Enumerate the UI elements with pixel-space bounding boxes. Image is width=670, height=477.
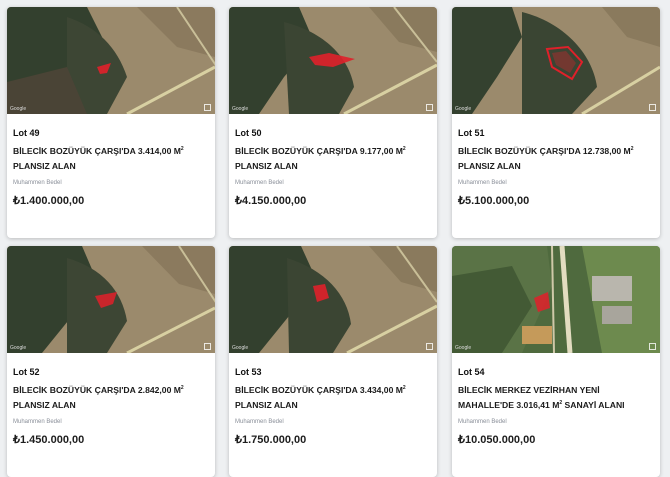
lot-title[interactable]: BİLECİK BOZÜYÜK ÇARŞI'DA 3.434,00 M2 PLA…: [235, 383, 431, 413]
map-watermark: Google: [10, 106, 27, 112]
lot-title[interactable]: BİLECİK BOZÜYÜK ÇARŞI'DA 3.414,00 M2 PLA…: [13, 144, 209, 174]
lot-number: Lot 50: [235, 128, 262, 138]
map-watermark: Google: [232, 106, 249, 112]
expand-icon[interactable]: [426, 104, 433, 111]
map-watermark: Google: [455, 345, 472, 351]
lot-title[interactable]: BİLECİK BOZÜYÜK ÇARŞI'DA 12.738,00 M2 PL…: [458, 144, 654, 174]
satellite-map-image[interactable]: Google: [229, 246, 437, 353]
satellite-map-image[interactable]: Google: [452, 246, 660, 353]
price-label: Muhammen Bedel: [235, 180, 284, 186]
expand-icon[interactable]: [649, 104, 656, 111]
price-value: ₺4.150.000,00: [235, 195, 307, 207]
expand-icon[interactable]: [204, 343, 211, 350]
lot-card[interactable]: Google Lot 54 BİLECİK MERKEZ VEZİRHAN YE…: [452, 246, 660, 477]
lot-number: Lot 51: [458, 128, 485, 138]
price-value: ₺5.100.000,00: [458, 195, 530, 207]
price-label: Muhammen Bedel: [13, 180, 62, 186]
map-watermark: Google: [10, 345, 27, 351]
price-label: Muhammen Bedel: [235, 419, 284, 425]
lot-title[interactable]: BİLECİK BOZÜYÜK ÇARŞI'DA 9.177,00 M2 PLA…: [235, 144, 431, 174]
satellite-map-image[interactable]: Google: [452, 7, 660, 114]
price-label: Muhammen Bedel: [13, 419, 62, 425]
lot-number: Lot 49: [13, 128, 40, 138]
price-value: ₺1.750.000,00: [235, 434, 307, 446]
lot-number: Lot 54: [458, 367, 485, 377]
lot-number: Lot 53: [235, 367, 262, 377]
lot-card[interactable]: Google Lot 50 BİLECİK BOZÜYÜK ÇARŞI'DA 9…: [229, 7, 437, 238]
satellite-map-image[interactable]: Google: [229, 7, 437, 114]
satellite-map-image[interactable]: Google: [7, 7, 215, 114]
expand-icon[interactable]: [649, 343, 656, 350]
price-value: ₺10.050.000,00: [458, 434, 536, 446]
price-label: Muhammen Bedel: [458, 180, 507, 186]
price-value: ₺1.400.000,00: [13, 195, 85, 207]
lot-title[interactable]: BİLECİK BOZÜYÜK ÇARŞI'DA 2.842,00 M2 PLA…: [13, 383, 209, 413]
map-watermark: Google: [232, 345, 249, 351]
expand-icon[interactable]: [426, 343, 433, 350]
lot-card[interactable]: Google Lot 49 BİLECİK BOZÜYÜK ÇARŞI'DA 3…: [7, 7, 215, 238]
satellite-map-image[interactable]: Google: [7, 246, 215, 353]
lot-card[interactable]: Google Lot 53 BİLECİK BOZÜYÜK ÇARŞI'DA 3…: [229, 246, 437, 477]
lot-number: Lot 52: [13, 367, 40, 377]
map-watermark: Google: [455, 106, 472, 112]
price-value: ₺1.450.000,00: [13, 434, 85, 446]
expand-icon[interactable]: [204, 104, 211, 111]
lot-card[interactable]: Google Lot 51 BİLECİK BOZÜYÜK ÇARŞI'DA 1…: [452, 7, 660, 238]
lot-card[interactable]: Google Lot 52 BİLECİK BOZÜYÜK ÇARŞI'DA 2…: [7, 246, 215, 477]
lot-title[interactable]: BİLECİK MERKEZ VEZİRHAN YENİ MAHALLE'DE …: [458, 383, 654, 413]
price-label: Muhammen Bedel: [458, 419, 507, 425]
